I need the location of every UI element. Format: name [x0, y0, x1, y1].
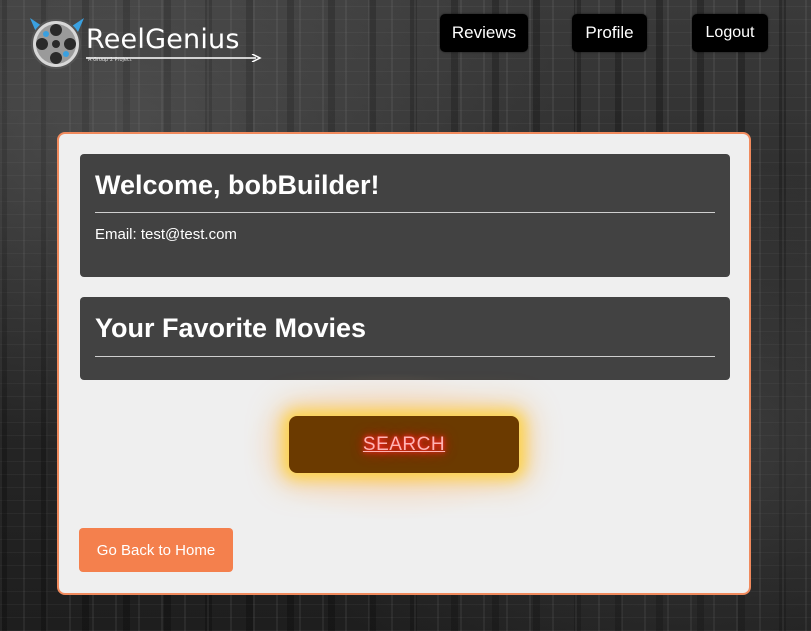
nav-logout-button[interactable]: Logout — [692, 14, 768, 52]
film-reel-icon — [30, 18, 84, 69]
divider — [95, 212, 715, 213]
favorites-heading: Your Favorite Movies — [95, 313, 367, 343]
welcome-heading: Welcome, bobBuilder! — [95, 170, 380, 200]
nav-profile-button[interactable]: Profile — [572, 14, 647, 52]
brand-logo[interactable]: ReelGenius A Group 2 Project — [28, 14, 264, 70]
divider — [95, 356, 715, 357]
favorites-panel: Your Favorite Movies — [80, 297, 730, 380]
nav-reviews-button[interactable]: Reviews — [440, 14, 528, 52]
go-home-button[interactable]: Go Back to Home — [79, 528, 233, 572]
search-button[interactable]: SEARCH — [289, 416, 519, 473]
profile-card: Welcome, bobBuilder! Email: test@test.co… — [57, 132, 751, 595]
brand-name: ReelGenius — [86, 24, 240, 55]
search-button-label: SEARCH — [362, 433, 446, 455]
brand-tagline: A Group 2 Project — [88, 57, 132, 63]
welcome-panel: Welcome, bobBuilder! Email: test@test.co… — [80, 154, 730, 277]
user-email: Email: test@test.com — [95, 226, 237, 243]
